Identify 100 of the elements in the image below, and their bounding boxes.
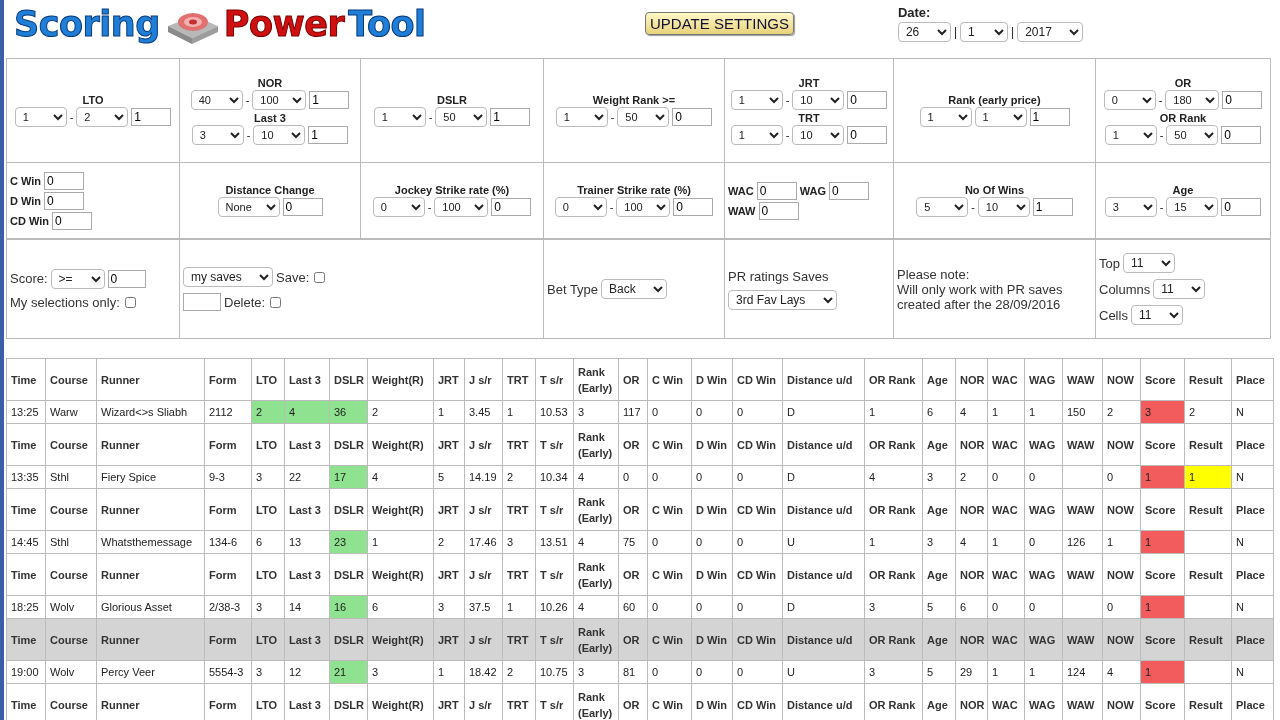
dropdown[interactable]: 15: [1166, 197, 1219, 217]
dropdown[interactable]: 3: [191, 124, 244, 145]
dropdown[interactable]: 180: [1165, 89, 1220, 110]
table-cell: N: [1231, 660, 1274, 684]
date-separator: |: [1011, 25, 1015, 39]
dropdown[interactable]: 100: [616, 197, 671, 217]
table-cell: 1: [987, 400, 1025, 424]
field-label: Delete:: [224, 294, 266, 310]
input-field[interactable]: 0: [44, 171, 85, 190]
dropdown[interactable]: 10: [253, 124, 306, 145]
input-field[interactable]: 1: [308, 125, 349, 144]
column-header: CD Win: [732, 553, 783, 596]
input-field[interactable]: 0: [1221, 125, 1262, 144]
dropdown[interactable]: 0: [554, 197, 607, 217]
range-dash: -: [245, 93, 250, 106]
input-field[interactable]: 0: [107, 269, 146, 288]
column-header: Weight(R): [367, 618, 434, 661]
update-settings-button[interactable]: UPDATE SETTINGS: [645, 12, 794, 35]
dropdown[interactable]: 10: [977, 197, 1030, 217]
column-header: OR Rank: [864, 618, 923, 661]
dropdown[interactable]: 10: [792, 89, 845, 110]
input-field[interactable]: 0: [828, 181, 869, 200]
column-header: T s/r: [535, 553, 574, 596]
input-field[interactable]: 0: [1221, 198, 1262, 216]
column-header: LTO: [251, 423, 285, 466]
field-label: Please note: Will only work with PR saves created after the 28/09/2016: [897, 266, 1063, 312]
dropdown[interactable]: 100: [252, 89, 307, 110]
table-cell: 0: [1102, 465, 1141, 489]
input-field[interactable]: 0: [44, 191, 85, 210]
range-dash: -: [1159, 128, 1164, 141]
input-field[interactable]: 1: [309, 90, 350, 109]
column-header: Runner: [96, 358, 205, 401]
table-cell: 0: [732, 400, 783, 424]
year-dropdown[interactable]: 2017: [1017, 22, 1084, 42]
column-header: D Win: [691, 488, 733, 531]
dropdown[interactable]: 1: [14, 107, 67, 127]
month-dropdown[interactable]: 1: [960, 22, 1009, 42]
dropdown[interactable]: 1: [919, 107, 972, 127]
input-field[interactable]: 0: [52, 211, 92, 230]
column-header: T s/r: [535, 423, 574, 466]
column-header: Runner: [96, 488, 205, 531]
dropdown[interactable]: 1: [730, 89, 783, 110]
dropdown[interactable]: >=: [50, 268, 105, 289]
input-field[interactable]: 1: [490, 108, 531, 126]
dropdown[interactable]: 3: [1104, 197, 1157, 217]
table-cell: 1: [367, 530, 434, 554]
dropdown[interactable]: 1: [1104, 124, 1157, 145]
dropdown[interactable]: 5: [916, 197, 969, 217]
table-cell: D: [782, 465, 865, 489]
dropdown[interactable]: 0: [372, 197, 425, 217]
dropdown[interactable]: 50: [617, 107, 670, 127]
checkbox[interactable]: [270, 296, 282, 308]
dropdown[interactable]: 10: [792, 124, 845, 145]
dropdown[interactable]: 1: [373, 107, 426, 127]
dropdown[interactable]: 1: [730, 124, 783, 145]
dropdown[interactable]: Back: [601, 279, 668, 299]
input-field[interactable]: 1: [1032, 198, 1073, 216]
input-field[interactable]: 1: [131, 108, 172, 126]
input-field[interactable]: [183, 293, 221, 311]
day-dropdown[interactable]: 26: [897, 22, 951, 42]
input-field[interactable]: 0: [672, 108, 713, 126]
input-field[interactable]: 0: [491, 198, 532, 216]
dropdown[interactable]: 1: [555, 107, 608, 127]
column-header: J s/r: [464, 423, 503, 466]
table-cell: 10.26: [535, 595, 574, 619]
checkbox[interactable]: [314, 271, 326, 283]
input-field[interactable]: 0: [756, 181, 797, 200]
input-field[interactable]: 0: [847, 90, 888, 109]
checkbox[interactable]: [124, 296, 136, 308]
table-cell: 0: [1024, 465, 1063, 489]
input-field[interactable]: 0: [758, 201, 799, 220]
input-field[interactable]: 1: [1029, 108, 1070, 126]
input-field[interactable]: 0: [673, 198, 714, 216]
column-header: Result: [1184, 553, 1232, 596]
column-header: Rank (Early): [573, 488, 619, 531]
input-field[interactable]: 0: [1222, 90, 1263, 109]
dropdown[interactable]: 11: [1122, 253, 1175, 273]
dropdown[interactable]: 1: [974, 107, 1027, 127]
column-header: OR: [618, 423, 648, 466]
dropdown[interactable]: my saves: [183, 267, 273, 287]
logo-text: Tool: [348, 4, 426, 44]
table-cell: 4: [573, 595, 619, 619]
dropdown[interactable]: 0: [1103, 89, 1156, 110]
dropdown[interactable]: 11: [1153, 279, 1206, 299]
dropdown[interactable]: 11: [1130, 305, 1183, 325]
column-header: T s/r: [535, 488, 574, 531]
dropdown[interactable]: 50: [1166, 124, 1219, 145]
dropdown[interactable]: None: [217, 197, 280, 217]
column-header: Course: [45, 423, 97, 466]
dropdown[interactable]: 40: [190, 89, 243, 110]
dropdown[interactable]: 2: [76, 107, 129, 127]
input-field[interactable]: 0: [282, 198, 323, 216]
table-cell: 0: [732, 465, 783, 489]
dropdown[interactable]: 100: [434, 197, 489, 217]
dropdown[interactable]: 50: [435, 107, 488, 127]
column-header: Rank (Early): [573, 423, 619, 466]
dropdown[interactable]: 3rd Fav Lays: [728, 289, 837, 310]
input-field[interactable]: 0: [847, 125, 888, 144]
column-header: WAG: [1024, 553, 1063, 596]
column-header: NOR: [955, 423, 988, 466]
